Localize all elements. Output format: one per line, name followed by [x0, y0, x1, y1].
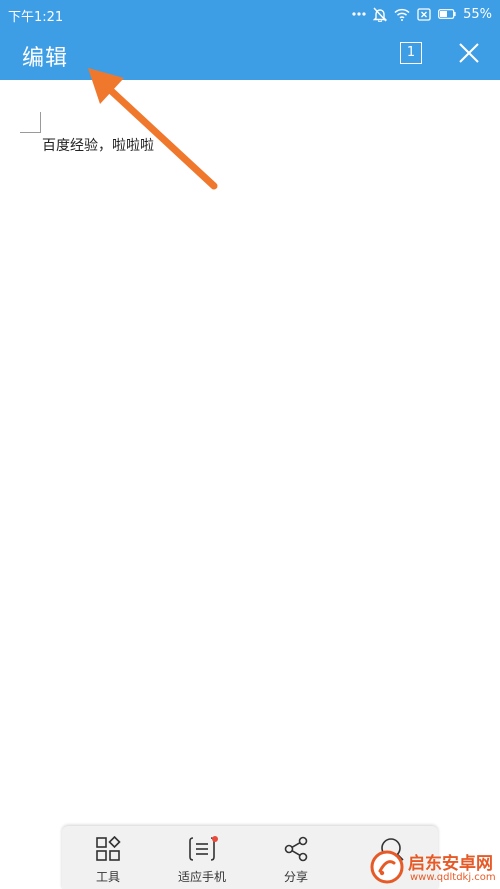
screen: 下午1:21 55% 编辑 1 百度经验，啦啦啦 工具 适应手机 分享 启东安卓…: [0, 0, 500, 889]
document-text[interactable]: 百度经验，啦啦啦: [42, 135, 154, 155]
share-label: 分享: [283, 870, 308, 884]
fit-phone-label: 适应手机: [177, 870, 226, 884]
more-dots-icon: [352, 11, 366, 17]
sim-x-icon: [417, 7, 431, 21]
tools-grid-icon: [95, 835, 121, 866]
search-icon: [379, 836, 405, 866]
bottom-toolbar: 工具 适应手机 分享: [62, 826, 438, 889]
tools-button[interactable]: 工具: [68, 826, 148, 889]
mute-bell-icon: [373, 7, 388, 22]
document-area[interactable]: 百度经验，啦啦啦: [0, 80, 500, 825]
status-time: 下午1:21: [8, 10, 64, 25]
page-count-button[interactable]: 1: [400, 42, 422, 64]
battery-icon: [438, 9, 456, 19]
notification-dot: [212, 836, 218, 842]
battery-percent: 55%: [463, 6, 492, 22]
app-title[interactable]: 编辑: [22, 40, 68, 72]
share-icon: [283, 836, 309, 866]
wifi-icon: [394, 8, 410, 21]
margin-corner-mark: [20, 112, 41, 133]
app-bar: 编辑 1: [0, 28, 500, 80]
status-icons: 55%: [352, 4, 492, 24]
search-button[interactable]: [352, 826, 432, 889]
close-icon: [459, 43, 479, 63]
share-button[interactable]: 分享: [256, 826, 336, 889]
status-bar: 下午1:21 55%: [0, 0, 500, 28]
close-button[interactable]: [456, 40, 482, 66]
tools-label: 工具: [95, 870, 120, 884]
fit-phone-button[interactable]: 适应手机: [162, 826, 242, 889]
